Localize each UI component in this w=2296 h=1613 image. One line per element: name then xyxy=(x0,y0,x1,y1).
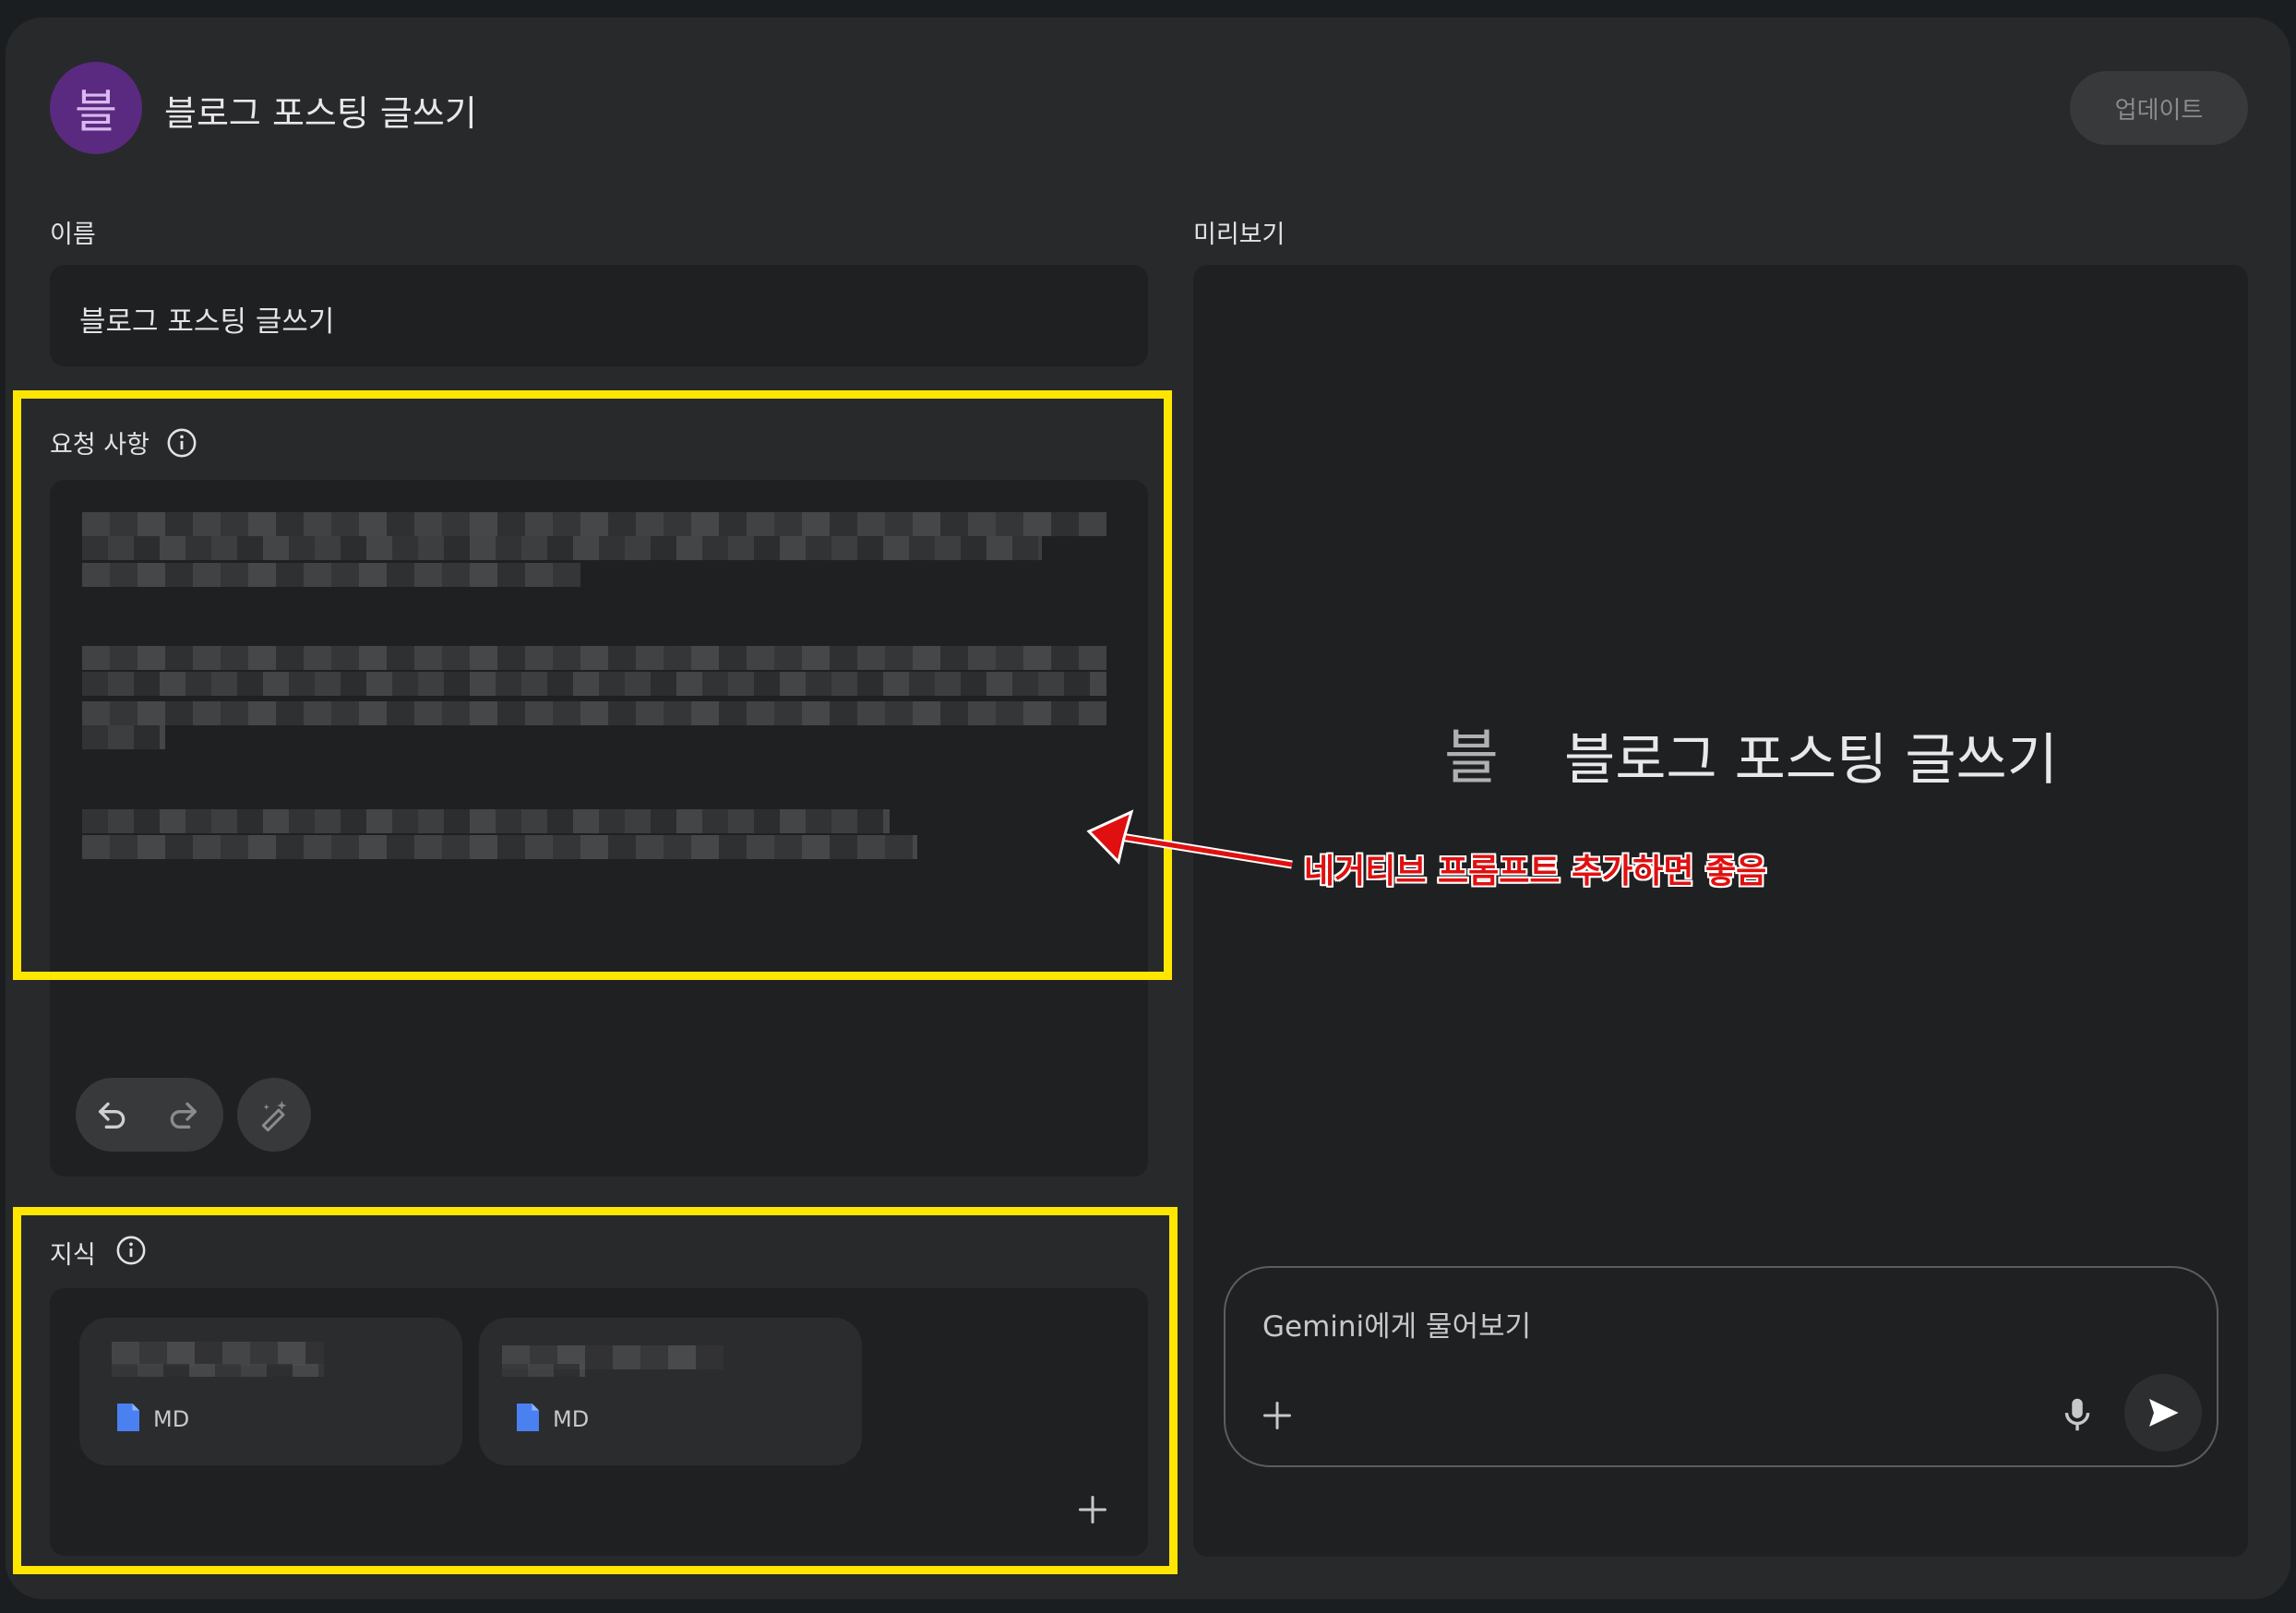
annotation-text: 네거티브 프롬프트 추가하면 좋음 xyxy=(1304,853,1767,890)
magic-wand-icon xyxy=(261,1101,287,1132)
page-title: 블로그 포스팅 글쓰기 xyxy=(164,93,477,134)
undo-redo-group xyxy=(76,1078,223,1152)
mic-icon[interactable] xyxy=(2056,1393,2099,1436)
undo-icon[interactable] xyxy=(94,1096,131,1133)
send-button[interactable] xyxy=(2124,1374,2202,1452)
magic-rewrite-button[interactable] xyxy=(237,1078,311,1152)
plus-icon[interactable] xyxy=(1261,1399,1294,1432)
highlight-box-knowledge xyxy=(13,1207,1178,1574)
send-icon xyxy=(2149,1399,2179,1427)
preview-label: 미리보기 xyxy=(1193,221,1286,249)
name-field[interactable]: 블로그 포스팅 글쓰기 xyxy=(50,265,1148,366)
preview-avatar: 블 xyxy=(1444,724,1499,793)
redo-icon[interactable] xyxy=(164,1096,201,1133)
highlight-box-instructions xyxy=(13,390,1172,980)
chat-input-box[interactable]: Gemini에게 물어보기 xyxy=(1224,1266,2218,1467)
update-button[interactable]: 업데이트 xyxy=(2070,71,2248,145)
gem-avatar: 블 xyxy=(50,62,142,154)
avatar-letter: 블 xyxy=(75,85,117,138)
name-label: 이름 xyxy=(50,221,96,249)
name-field-value: 블로그 포스팅 글쓰기 xyxy=(79,305,335,339)
chat-input-placeholder: Gemini에게 물어보기 xyxy=(1262,1310,1532,1344)
preview-title: 블로그 포스팅 글쓰기 xyxy=(1564,728,2058,793)
